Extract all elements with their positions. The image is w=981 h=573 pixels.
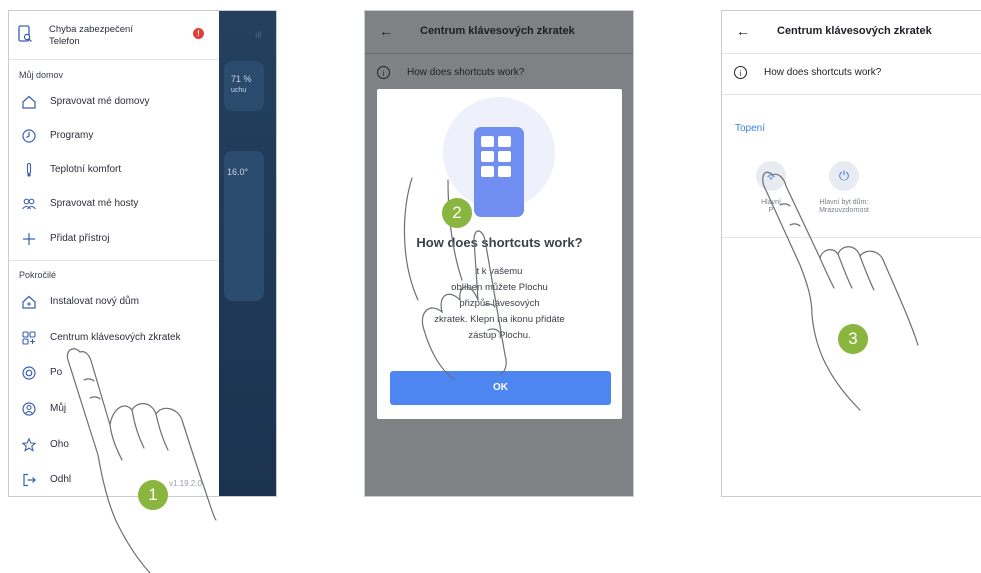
background-value: 71 % bbox=[231, 74, 252, 84]
menu-item-label: Spravovat mé hosty bbox=[50, 198, 139, 209]
screen-shortcuts-center: ← Centrum klávesových zkratek i How does… bbox=[721, 10, 981, 497]
shortcuts-icon bbox=[22, 331, 36, 345]
star-icon bbox=[21, 437, 37, 452]
dialog-body-line: přizpůs lávesových bbox=[459, 298, 540, 309]
menu-item-manage-homes[interactable]: Spravovat mé domovy bbox=[9, 87, 219, 117]
help-row[interactable]: i How does shortcuts work? bbox=[722, 64, 981, 95]
logout-icon bbox=[23, 473, 36, 487]
dialog-body-line: t k vašemu bbox=[476, 266, 523, 277]
shortcut-label: Hlavní bbox=[761, 199, 781, 206]
ok-button[interactable]: OK bbox=[390, 371, 611, 405]
menu-item-label: Programy bbox=[50, 130, 94, 141]
menu-item-manage-guests[interactable]: Spravovat mé hosty bbox=[9, 189, 219, 219]
menu-item-label: Instalovat nový dům bbox=[50, 296, 139, 307]
menu-divider bbox=[9, 260, 219, 261]
shortcut-label: Hlavní byt dům: bbox=[819, 199, 869, 206]
illustration-tile bbox=[481, 151, 494, 162]
walking-person-icon: ⟡ bbox=[756, 161, 786, 191]
help-label: How does shortcuts work? bbox=[407, 67, 525, 78]
dialog-body-line: zástup Plochu. bbox=[468, 330, 531, 341]
help-row[interactable]: i How does shortcuts work? bbox=[365, 64, 633, 86]
dialog-title: How does shortcuts work? bbox=[416, 235, 583, 250]
section-advanced: Pokročilé bbox=[19, 270, 57, 280]
menu-item-programs[interactable]: Programy bbox=[9, 121, 219, 151]
home-icon bbox=[22, 95, 36, 109]
shortcut-main-antifreeze[interactable]: ⏻ Hlavní byt dům: Mrazuvzdornost bbox=[805, 161, 885, 221]
shortcut-sublabel: P bbox=[768, 207, 774, 214]
step-badge-3: 3 bbox=[838, 324, 868, 354]
app-version: v1.19.2.0 bbox=[169, 479, 202, 488]
menu-item-label: Spravovat mé domovy bbox=[50, 96, 150, 107]
back-arrow-icon[interactable]: ← bbox=[736, 23, 750, 39]
back-arrow-icon[interactable]: ← bbox=[379, 23, 393, 39]
background-card bbox=[224, 61, 264, 111]
menu-item-install-new-home[interactable]: Instalovat nový dům bbox=[9, 287, 219, 317]
illustration-tile bbox=[498, 166, 511, 177]
step-badge-2: 2 bbox=[442, 198, 472, 228]
security-alert[interactable]: Chyba zabezpečení Telefon ! bbox=[9, 11, 219, 60]
alert-subtitle: Telefon bbox=[49, 36, 80, 47]
alert-title: Chyba zabezpečení bbox=[49, 24, 133, 35]
phone-search-icon bbox=[18, 25, 32, 42]
dialog-body-line: zkratek. Klepn na ikonu přidáte bbox=[434, 314, 565, 325]
plus-icon bbox=[23, 233, 35, 245]
illustration-tile bbox=[481, 136, 494, 147]
account-icon bbox=[22, 402, 36, 416]
menu-item-add-device[interactable]: Přidat přístroj bbox=[9, 224, 219, 254]
shortcut-sublabel: Mrazuvzdornost bbox=[819, 207, 869, 214]
clock-icon bbox=[22, 129, 36, 143]
menu-item-rate[interactable]: Oho bbox=[9, 430, 219, 460]
step-badge-1: 1 bbox=[138, 480, 168, 510]
screen-shortcuts-dialog: ← Centrum klávesových zkratek i How does… bbox=[364, 10, 634, 497]
menu-item-label: Můj bbox=[50, 403, 67, 414]
shortcut-main-presence[interactable]: ⟡ Hlavní P bbox=[732, 161, 812, 221]
menu-item-support[interactable]: Po bbox=[9, 358, 219, 388]
header-title: Centrum klávesových zkratek bbox=[420, 25, 575, 37]
section-divider bbox=[722, 237, 981, 238]
dialog-body: t k vašemu oblíben můžete Plochu přizpůs… bbox=[399, 264, 600, 344]
power-icon: ⏻ bbox=[829, 161, 859, 191]
illustration-tile bbox=[498, 151, 511, 162]
menu-item-thermal-comfort[interactable]: Teplotní komfort bbox=[9, 155, 219, 185]
support-icon bbox=[22, 366, 36, 380]
dialog-body-line: oblíben můžete Plochu bbox=[451, 282, 548, 293]
header: ← Centrum klávesových zkratek bbox=[365, 11, 633, 54]
thermometer-icon bbox=[26, 162, 32, 177]
help-dialog: How does shortcuts work? t k vašemu oblí… bbox=[377, 89, 622, 419]
side-drawer: Chyba zabezpečení Telefon ! Můj domov Sp… bbox=[9, 11, 219, 496]
menu-item-label: Oho bbox=[50, 439, 69, 450]
menu-item-shortcuts-center[interactable]: Centrum klávesových zkratek bbox=[9, 323, 219, 353]
section-my-home: Můj domov bbox=[19, 70, 64, 80]
background-value-sub: uchu bbox=[231, 87, 247, 94]
illustration-tile bbox=[498, 136, 511, 147]
menu-item-my-account[interactable]: Můj bbox=[9, 394, 219, 424]
info-icon: i bbox=[734, 66, 747, 79]
new-home-icon bbox=[22, 295, 36, 309]
screen-side-menu: 71 % uchu 16.0° ıll Chyba zabezpečení Te… bbox=[8, 10, 277, 497]
header: ← Centrum klávesových zkratek bbox=[722, 11, 981, 54]
section-heating: Topení bbox=[735, 123, 766, 134]
menu-item-label: Odhl bbox=[50, 474, 72, 485]
phone-illustration-icon bbox=[474, 127, 524, 217]
signal-icon: ıll bbox=[255, 30, 262, 40]
help-label: How does shortcuts work? bbox=[764, 67, 882, 78]
alert-badge: ! bbox=[193, 28, 204, 39]
info-icon: i bbox=[377, 66, 390, 79]
header-title: Centrum klávesových zkratek bbox=[777, 25, 932, 37]
illustration-tile bbox=[481, 166, 494, 177]
menu-item-label: Přidat přístroj bbox=[50, 233, 110, 244]
background-temperature: 16.0° bbox=[227, 167, 249, 177]
menu-item-label: Centrum klávesových zkratek bbox=[50, 332, 181, 343]
menu-item-label: Po bbox=[50, 367, 63, 378]
guests-icon bbox=[22, 198, 36, 210]
menu-item-label: Teplotní komfort bbox=[50, 164, 122, 175]
